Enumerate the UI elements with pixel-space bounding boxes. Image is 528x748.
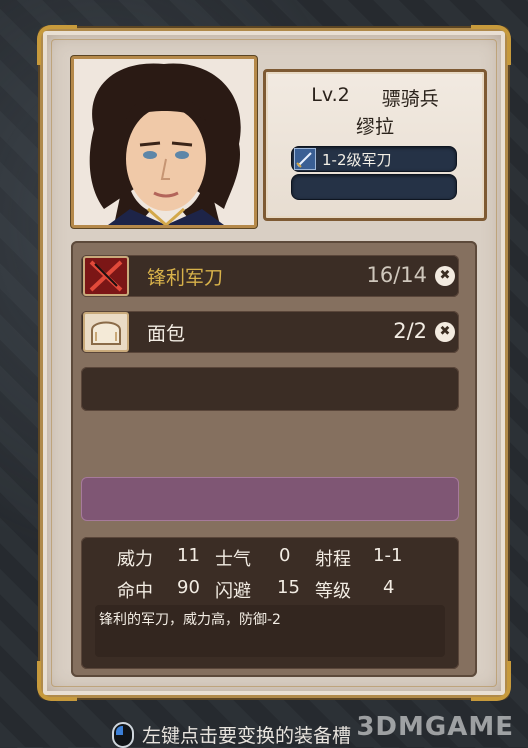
stat-value: 0 (279, 545, 291, 566)
stat-value: 1-1 (373, 545, 403, 566)
inventory-empty-slot[interactable] (81, 367, 459, 411)
inventory-item-bread[interactable]: 面包 2/2 ✖ (81, 311, 459, 353)
item-description: 锋利的军刀，威力高，防御-2 (99, 612, 281, 628)
equipment-slot-1[interactable]: 1-2级军刀 (291, 146, 457, 172)
equipment-slot-1-label: 1-2级军刀 (322, 151, 392, 169)
stat-value: 11 (177, 545, 200, 566)
item-name: 面包 (147, 323, 186, 345)
portrait-illustration (74, 59, 254, 225)
character-portrait (71, 56, 257, 228)
stat-value: 90 (177, 577, 200, 598)
close-icon[interactable]: ✖ (435, 266, 455, 286)
item-panel: Lv.2 骠骑兵 缪拉 1-2级军刀 锋利军刀 16/14 ✖ 面包 2/2 ✖… (37, 25, 511, 701)
item-count: 16/14 (366, 263, 427, 287)
item-count: 2/2 (393, 319, 427, 343)
footer-hint: 左键点击要变换的装备槽 (112, 721, 352, 748)
stat-label: 闪避 (215, 581, 251, 602)
item-name: 锋利军刀 (147, 267, 224, 289)
inventory-panel: 锋利军刀 16/14 ✖ 面包 2/2 ✖ 威力 11 士气 0 射程 1-1 (71, 241, 477, 677)
saber-icon (294, 148, 316, 170)
item-stats-box: 威力 11 士气 0 射程 1-1 命中 90 闪避 15 等级 4 锋利的军刀… (81, 537, 459, 669)
mouse-left-click-icon (112, 721, 134, 748)
stat-label: 士气 (215, 549, 251, 570)
watermark: 3DMGAME (356, 712, 514, 742)
bread-icon (83, 312, 129, 352)
unit-level: Lv.2 (311, 84, 350, 106)
ornament-corner (471, 661, 511, 701)
stat-label: 射程 (315, 549, 351, 570)
stat-label: 命中 (117, 581, 153, 602)
close-icon[interactable]: ✖ (435, 322, 455, 342)
inventory-item-sharp-saber[interactable]: 锋利军刀 16/14 ✖ (81, 255, 459, 297)
footer-hint-text: 左键点击要变换的装备槽 (142, 725, 352, 747)
ornament-corner (471, 25, 511, 65)
stat-label: 威力 (117, 549, 153, 570)
stat-label: 等级 (315, 581, 351, 602)
unit-name: 缪拉 (355, 116, 394, 138)
equipment-slot-2[interactable] (291, 174, 457, 200)
stat-value: 4 (383, 577, 395, 598)
unit-info-box: Lv.2 骠骑兵 缪拉 1-2级军刀 (263, 69, 487, 221)
unit-class: 骠骑兵 (381, 88, 439, 110)
stat-value: 15 (277, 577, 300, 598)
crossed-sabers-icon (83, 256, 129, 296)
selection-highlight-bar[interactable] (81, 477, 459, 521)
